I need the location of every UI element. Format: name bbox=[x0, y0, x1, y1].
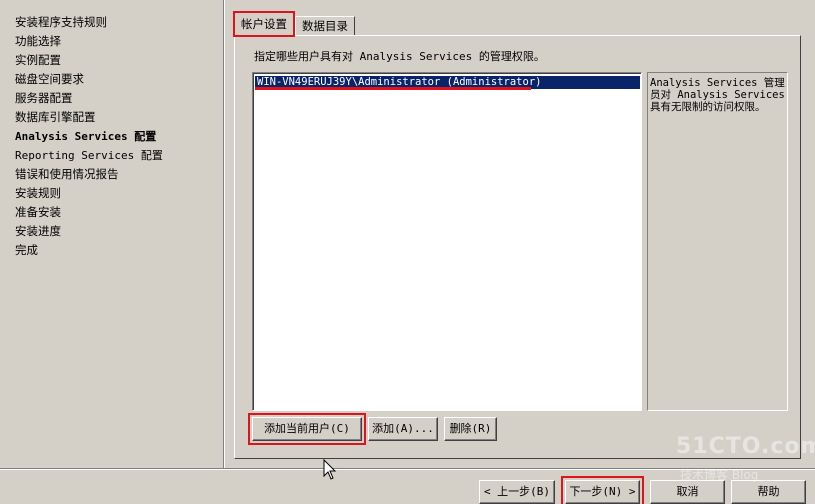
remove-user-button[interactable]: 删除(R) bbox=[444, 417, 497, 441]
add-current-user-button[interactable]: 添加当前用户(C) bbox=[248, 413, 366, 445]
mouse-pointer-icon bbox=[323, 459, 337, 480]
help-button[interactable]: 帮助 bbox=[731, 480, 806, 504]
tab-data-directories[interactable]: 数据目录 bbox=[295, 16, 355, 36]
nav-item-analysis-services-config[interactable]: Analysis Services 配置 bbox=[15, 127, 223, 146]
site-watermark: 51CTO.com bbox=[676, 434, 815, 459]
nav-item-install-rules[interactable]: 安装规则 bbox=[15, 184, 223, 203]
account-settings-panel: 指定哪些用户具有对 Analysis Services 的管理权限。 WIN-V… bbox=[234, 35, 801, 459]
nav-item-server-config[interactable]: 服务器配置 bbox=[15, 89, 223, 108]
nav-item-ready-to-install[interactable]: 准备安装 bbox=[15, 203, 223, 222]
cancel-button[interactable]: 取消 bbox=[650, 480, 725, 504]
back-button[interactable]: < 上一步(B) bbox=[479, 480, 555, 504]
nav-item-setup-support-rules[interactable]: 安装程序支持规则 bbox=[15, 13, 223, 32]
nav-item-install-progress[interactable]: 安装进度 bbox=[15, 222, 223, 241]
nav-item-feature-selection[interactable]: 功能选择 bbox=[15, 32, 223, 51]
annotation-underline bbox=[255, 87, 531, 90]
next-button[interactable]: 下一步(N) > bbox=[561, 476, 644, 504]
nav-item-instance-config[interactable]: 实例配置 bbox=[15, 51, 223, 70]
tab-account-settings[interactable]: 帐户设置 bbox=[233, 11, 295, 37]
nav-item-disk-space[interactable]: 磁盘空间要求 bbox=[15, 70, 223, 89]
setup-steps-sidebar: 安装程序支持规则 功能选择 实例配置 磁盘空间要求 服务器配置 数据库引擎配置 … bbox=[0, 0, 224, 468]
admin-user-list[interactable]: WIN-VN49ERUJ39Y\Administrator (Administr… bbox=[252, 72, 642, 411]
nav-item-error-usage-reporting[interactable]: 错误和使用情况报告 bbox=[15, 165, 223, 184]
nav-item-db-engine-config[interactable]: 数据库引擎配置 bbox=[15, 108, 223, 127]
main-content: 帐户设置 数据目录 指定哪些用户具有对 Analysis Services 的管… bbox=[226, 0, 815, 468]
site-watermark-tagline: 技术博客 Blog bbox=[680, 468, 759, 482]
description-box: Analysis Services 管理员对 Analysis Services… bbox=[647, 72, 788, 411]
instruction-text: 指定哪些用户具有对 Analysis Services 的管理权限。 bbox=[254, 50, 545, 63]
nav-item-reporting-services-config[interactable]: Reporting Services 配置 bbox=[15, 146, 223, 165]
nav-item-complete[interactable]: 完成 bbox=[15, 241, 223, 260]
add-user-button[interactable]: 添加(A)... bbox=[368, 417, 438, 441]
tab-strip: 帐户设置 数据目录 bbox=[233, 11, 356, 37]
